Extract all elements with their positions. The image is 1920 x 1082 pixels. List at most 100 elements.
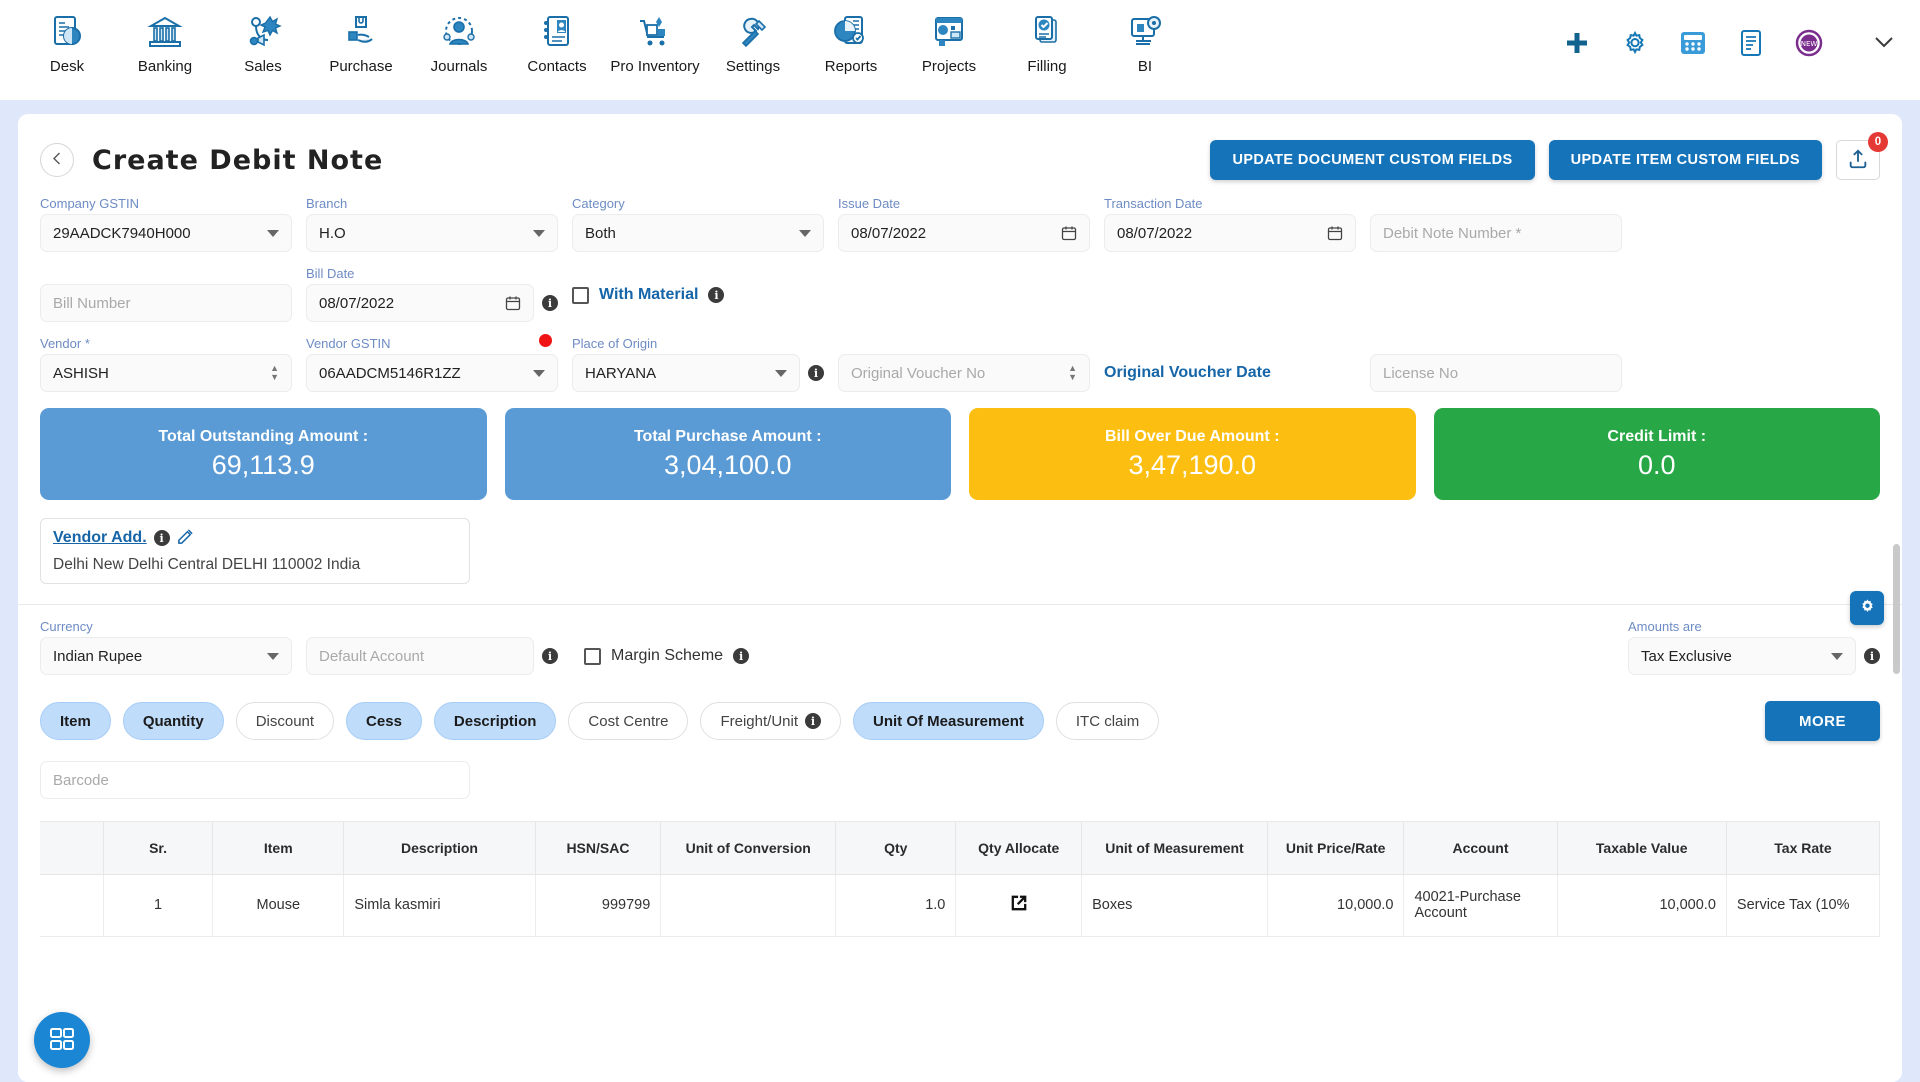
cell-item[interactable]: Mouse [212, 874, 345, 937]
margin-scheme-checkbox[interactable] [584, 647, 601, 665]
nav-item-purchase[interactable]: Purchase [312, 6, 410, 75]
col-item: Item [212, 822, 345, 875]
nav-item-bi[interactable]: BI [1096, 6, 1194, 75]
vendor-address-link[interactable]: Vendor Add. [53, 529, 147, 547]
field-value: 08/07/2022 [851, 224, 927, 242]
page-header: Create Debit Note UPDATE DOCUMENT CUSTOM… [40, 132, 1888, 188]
sales-icon [240, 10, 286, 56]
cell-qty-allocate[interactable] [955, 874, 1083, 937]
bill-number-input[interactable]: Bill Number [40, 284, 292, 322]
cell-tax-rate[interactable]: Service Tax (10% [1726, 874, 1881, 937]
company-gstin-select[interactable]: 29AADCK7940H000 [40, 214, 292, 252]
info-icon[interactable]: i [542, 648, 558, 664]
row-handle[interactable] [40, 874, 104, 937]
field-label: Place of Origin [572, 336, 658, 351]
table-header-row: Sr. Item Description HSN/SAC Unit of Con… [40, 822, 1881, 875]
chip-cess[interactable]: Cess [346, 702, 422, 740]
inventory-icon [632, 10, 678, 56]
cell-unit-price[interactable]: 10,000.0 [1267, 874, 1405, 937]
update-item-custom-fields-button[interactable]: UPDATE ITEM CUSTOM FIELDS [1548, 140, 1822, 180]
nav-item-projects[interactable]: Projects [900, 6, 998, 75]
calendar-icon[interactable] [1061, 225, 1077, 241]
section-divider [18, 604, 1902, 605]
chip-unit-of-measurement[interactable]: Unit Of Measurement [853, 702, 1044, 740]
default-account-input[interactable]: Default Account [306, 637, 534, 675]
top-nav-items: Desk Banking Sales Purchase Journals Con… [18, 6, 1194, 75]
apps-fab-button[interactable] [34, 1012, 90, 1068]
info-icon[interactable]: i [808, 365, 824, 381]
nav-item-desk[interactable]: Desk [18, 6, 116, 75]
cell-unit-of-conversion[interactable] [660, 874, 837, 937]
chip-freight-unit[interactable]: Freight/Unit i [700, 702, 841, 740]
vendor-gstin-select[interactable]: 06AADCM5146R1ZZ [306, 354, 558, 392]
nav-item-journals[interactable]: Journals [410, 6, 508, 75]
vendor-input[interactable]: ASHISH ▲ ▼ [40, 354, 292, 392]
bill-date-input[interactable]: 08/07/2022 [306, 284, 534, 322]
chip-cost-centre[interactable]: Cost Centre [568, 702, 689, 740]
calculator-icon[interactable] [1676, 26, 1710, 60]
cell-hsn-sac[interactable]: 999799 [535, 874, 662, 937]
back-button[interactable] [40, 143, 74, 177]
nav-item-filling[interactable]: Filling [998, 6, 1096, 75]
calendar-icon[interactable] [505, 295, 521, 311]
license-no-input[interactable]: License No [1370, 354, 1622, 392]
nav-item-contacts[interactable]: Contacts [508, 6, 606, 75]
debit-note-number-input[interactable]: Debit Note Number * [1370, 214, 1622, 252]
info-icon[interactable]: i [1864, 648, 1880, 664]
table-settings-button[interactable] [1850, 591, 1884, 625]
nav-item-pro-inventory[interactable]: Pro Inventory [606, 6, 704, 75]
info-icon[interactable]: i [805, 713, 821, 729]
with-material-checkbox[interactable] [572, 286, 589, 304]
amounts-are-select[interactable]: Tax Exclusive [1628, 637, 1856, 675]
chevron-down-icon[interactable] [1872, 30, 1896, 57]
info-icon[interactable]: i [153, 530, 170, 546]
currency-select[interactable]: Indian Rupee [40, 637, 292, 675]
contacts-icon [534, 10, 580, 56]
table-row[interactable]: 1 Mouse Simla kasmiri 999799 1.0 Boxes 1… [40, 874, 1881, 937]
stat-card-total-purchase: Total Purchase Amount : 3,04,100.0 [504, 408, 951, 500]
place-of-origin-select[interactable]: HARYANA [572, 354, 800, 392]
update-document-custom-fields-button[interactable]: UPDATE DOCUMENT CUSTOM FIELDS [1210, 140, 1535, 180]
stepper-icon[interactable]: ▲ ▼ [270, 364, 279, 382]
barcode-input[interactable]: Barcode [40, 761, 470, 799]
new-badge-icon[interactable]: NEW [1792, 26, 1826, 60]
chip-quantity[interactable]: Quantity [122, 702, 224, 740]
field-value: Indian Rupee [53, 647, 143, 665]
gear-icon[interactable] [1618, 26, 1652, 60]
chip-description[interactable]: Description [433, 702, 557, 740]
nav-item-sales[interactable]: Sales [214, 6, 312, 75]
chip-discount[interactable]: Discount [235, 702, 335, 740]
issue-date-input[interactable]: 08/07/2022 [838, 214, 1090, 252]
field-vendor: Vendor * ASHISH ▲ ▼ [40, 336, 292, 392]
transaction-date-input[interactable]: 08/07/2022 [1104, 214, 1356, 252]
external-link-icon[interactable] [1008, 895, 1030, 918]
col-hsn-sac: HSN/SAC [535, 822, 662, 875]
notes-icon[interactable] [1734, 26, 1768, 60]
branch-select[interactable]: H.O [306, 214, 558, 252]
field-value: 29AADCK7940H000 [53, 224, 191, 242]
chip-item[interactable]: Item [40, 702, 111, 740]
chip-label: Cost Centre [588, 712, 669, 730]
edit-icon[interactable] [177, 528, 194, 548]
info-icon[interactable]: i [542, 295, 558, 311]
upload-attachment-button[interactable]: 0 [1836, 132, 1888, 180]
chip-itc-claim[interactable]: ITC claim [1055, 702, 1160, 740]
page-scrollbar[interactable] [1893, 544, 1900, 674]
category-select[interactable]: Both [572, 214, 824, 252]
more-button[interactable]: MORE [1765, 701, 1880, 741]
cell-qty[interactable]: 1.0 [835, 874, 957, 937]
info-icon[interactable]: i [708, 287, 725, 303]
calendar-icon[interactable] [1327, 225, 1343, 241]
field-placeholder: Original Voucher No [851, 364, 986, 382]
plus-icon[interactable] [1560, 26, 1594, 60]
nav-item-settings[interactable]: Settings [704, 6, 802, 75]
info-icon[interactable]: i [733, 648, 750, 664]
stepper-icon[interactable]: ▲ ▼ [1068, 364, 1077, 382]
cell-description[interactable]: Simla kasmiri [343, 874, 536, 937]
original-voucher-no-input[interactable]: Original Voucher No ▲ ▼ [838, 354, 1090, 392]
cell-account[interactable]: 40021-Purchase Account [1403, 874, 1558, 937]
cell-unit-of-measurement[interactable]: Boxes [1081, 874, 1268, 937]
nav-item-reports[interactable]: Reports [802, 6, 900, 75]
nav-item-banking[interactable]: Banking [116, 6, 214, 75]
chip-label: Item [60, 712, 91, 730]
